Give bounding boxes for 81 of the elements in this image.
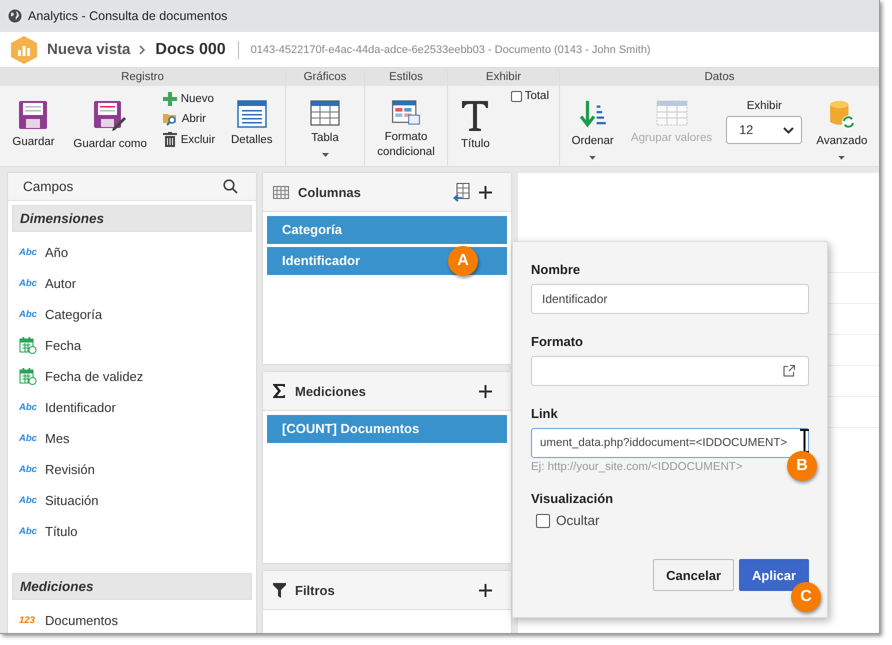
add-icon[interactable] [479,186,492,198]
floppy-pencil-icon [93,100,128,132]
ribbon-group-label: Exhibir [448,68,559,86]
ribbon-button[interactable]: Guardar como [70,90,150,160]
ribbon-group-label: Registro [0,68,285,86]
select-label: Exhibir [746,100,782,112]
field-label: Nombre [531,262,582,277]
ribbon-small-button[interactable]: Abrir [162,112,216,126]
ribbon-small-button[interactable]: Nuevo [162,92,216,106]
field-label: Link [531,406,559,421]
chevron-icon [139,44,146,54]
ribbon-small-button[interactable]: Excluir [162,132,216,147]
field-item[interactable]: Abc Categoría [12,299,252,330]
format-field[interactable] [531,356,809,386]
field-item[interactable]: Abc Situación [12,485,252,516]
field-item[interactable]: Abc Autor [12,268,252,299]
grid-icon [656,100,688,126]
ribbon-button[interactable]: Formato condicional [368,90,444,160]
ribbon-button[interactable]: Tabla [307,90,343,160]
ribbon-group-label: Estilos [365,68,447,86]
filter-icon [273,582,286,598]
breadcrumb-item[interactable]: Nueva vista [47,41,130,58]
ribbon-button[interactable]: Detalles [228,90,276,160]
globe-icon [8,9,22,23]
search-icon[interactable] [223,179,238,194]
field-item[interactable]: Abc Identificador [12,392,252,423]
ribbon-button[interactable]: Guardar [9,90,58,160]
text-cursor-icon [800,429,809,453]
swap-columns-icon[interactable] [453,182,470,202]
cancel-button[interactable]: Cancelar [653,559,734,591]
field-item[interactable]: Abc Revisión [12,454,252,485]
apply-button[interactable]: Aplicar [739,559,809,591]
field-label: Visualización [531,491,614,506]
colored-table-icon [390,100,422,125]
link-field[interactable]: ument_data.php?iddocument=<IDDOCUMENT> [531,428,809,458]
chevron-down-icon [783,126,794,134]
field-item[interactable]: Abc Título [12,516,252,547]
window-title: Analytics - Consulta de documentos [28,9,228,23]
sort-icon [578,100,608,130]
field-item[interactable]: Fecha [12,330,252,361]
field-item[interactable]: Abc Mes [12,423,252,454]
breadcrumb-item[interactable]: Docs 000 [155,40,226,58]
plus-icon [162,92,177,106]
sigma-icon [273,384,286,398]
field-label: Formato [531,334,584,349]
record-id: 0143-4522170f-e4ac-44da-adce-6e2533eebb03 - Documento (0143 - John Smith) [250,44,651,56]
caret-icon [322,153,328,157]
ribbon-group-label: Gráficos [286,68,364,86]
calendar-icon [19,337,37,354]
field-item[interactable]: Abc Año [12,237,252,268]
calendar-icon [19,368,37,385]
caret-icon [589,156,596,160]
list-window-icon [236,100,267,128]
card-title: Columnas [298,184,362,200]
table-icon [310,100,340,126]
caret-icon [838,156,846,160]
chart-logo-icon [10,34,38,64]
letter-t-icon [461,100,490,132]
hint-text: Ej: http://your_site.com/<IDDOCUMENT> [531,461,743,473]
name-field[interactable]: Identificador [531,284,809,314]
total-checkbox[interactable]: Total [510,90,549,102]
ribbon-group-label: Datos [560,68,879,86]
floppy-icon [18,100,48,130]
ribbon-button[interactable]: Avanzado [813,90,870,160]
section-header: Dimensiones [12,205,252,232]
trash-icon [162,132,177,147]
card-title: Mediciones [295,384,367,398]
card-title: Filtros [295,582,336,598]
panel-title: Campos [23,179,74,194]
ribbon-button[interactable]: Título [458,90,493,160]
rows-select[interactable]: 12 [726,116,802,144]
ribbon-button[interactable]: Ordenar [568,90,617,160]
add-icon[interactable] [479,584,492,596]
external-link-icon[interactable] [783,365,795,377]
field-item[interactable]: 123 Documentos [12,605,252,633]
add-icon[interactable] [479,384,492,398]
hide-checkbox[interactable]: Ocultar [536,513,809,528]
section-header: Mediciones [12,573,252,600]
grid-icon [273,186,289,198]
folder-search-icon [162,112,178,126]
field-item[interactable]: Fecha de validez [12,361,252,392]
